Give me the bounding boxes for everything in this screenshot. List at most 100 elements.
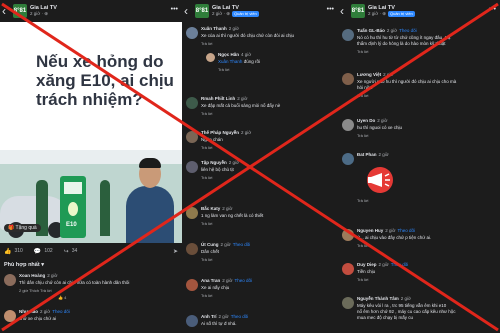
comment-author[interactable]: Bắc Katy 2 giờ: [201, 206, 232, 211]
reply-link[interactable]: Trả lời: [218, 67, 229, 72]
comment-author[interactable]: Tuấn GL-Báo 2 giờ Theo dõi: [357, 28, 417, 33]
avatar[interactable]: [186, 27, 198, 39]
follow-link[interactable]: Theo dõi: [399, 28, 417, 33]
comment-author[interactable]: Nguyễn Thành Tâm 2 giờ: [357, 296, 411, 301]
follow-link[interactable]: Theo dõi: [52, 309, 70, 314]
comment-time: 2 giờ: [47, 273, 58, 278]
avatar[interactable]: [4, 274, 16, 286]
comment-text: chứ xe chịu chứ ai: [19, 316, 57, 321]
comment-text-line: thẩm định lý do hỏng là do hào mòn kỹ th…: [357, 41, 446, 46]
avatar[interactable]: [186, 207, 198, 219]
top-bar: ‹ 8°81 Gia Lai TV 2 giờ · ⊕ •••: [0, 0, 182, 22]
comment-text: Ai số thì tự đ nhá.: [201, 321, 237, 326]
send-icon[interactable]: ➤: [173, 248, 178, 255]
avatar[interactable]: [4, 310, 16, 322]
mention-link[interactable]: Xuân Thanh: [218, 59, 242, 64]
avatar[interactable]: [342, 73, 354, 85]
comment-author[interactable]: Ngọc Hân 4 giờ: [218, 52, 251, 57]
reaction-bar: 👍 310 💬 102 ↪ 34 ➤: [0, 244, 182, 258]
comment-author[interactable]: Rmah Philt Linh 2 giờ: [201, 96, 247, 101]
comment-text-line: Tiền chịu: [357, 269, 376, 274]
page-logo[interactable]: 8°81: [195, 4, 209, 18]
comment-author[interactable]: Lương Việt 2 giờ: [357, 72, 393, 77]
comment-author[interactable]: Anh Trí 2 giờ Theo dõi: [201, 314, 248, 319]
comment-author[interactable]: Đat Phan 2 giờ: [357, 152, 389, 157]
more-dots-icon[interactable]: •••: [489, 6, 496, 13]
post-meta: 2 giờ · ⊕: [30, 11, 48, 16]
comment-author[interactable]: Xuân Thanh 2 giờ: [201, 26, 239, 31]
comment-like-count: 👍 4: [58, 295, 67, 300]
comment-author[interactable]: Thế Pháp Nguyễn 2 giờ: [201, 130, 251, 135]
follow-link[interactable]: Theo dõi: [234, 278, 252, 283]
avatar[interactable]: [342, 29, 354, 41]
reply-link[interactable]: Trả lời: [357, 277, 368, 282]
avatar[interactable]: [342, 229, 354, 241]
reply-link[interactable]: Trả lời: [201, 293, 212, 298]
share-count: 34: [71, 248, 78, 254]
reply-link[interactable]: Trả lời: [357, 93, 368, 98]
comment-sort-dropdown[interactable]: Phù hợp nhất ▾: [4, 262, 44, 268]
follow-link[interactable]: Theo dõi: [397, 228, 415, 233]
avatar[interactable]: [186, 131, 198, 143]
comment-time: 2 giờ: [40, 309, 51, 314]
follow-link[interactable]: Theo dõi: [231, 314, 249, 319]
reply-link[interactable]: Trả lời: [201, 257, 212, 262]
like-icon[interactable]: 👍: [4, 248, 11, 255]
more-dots-icon[interactable]: •••: [327, 6, 334, 13]
avatar[interactable]: [342, 297, 354, 309]
top-bar: ‹ 8°81 Gia Lai TV 2 giờ · ⊕ Quản trị viên…: [182, 0, 338, 22]
reply-link[interactable]: Trả lời: [357, 198, 368, 203]
comment-text: Dân chết: [201, 249, 220, 254]
page-logo[interactable]: 8°81: [351, 4, 365, 18]
avatar[interactable]: [186, 161, 198, 173]
comment-author[interactable]: Uyen Do 2 giờ: [357, 118, 387, 123]
reply-link[interactable]: Trả lời: [201, 41, 212, 46]
comment-text: Thì dân chịu chứ còn ai chịu nữa có toàn…: [19, 280, 130, 285]
reply-link[interactable]: Trả lời: [201, 145, 212, 150]
pump-label: E10: [66, 222, 77, 228]
comment-author[interactable]: Nguyen Huy 2 giờ Theo dõi: [357, 228, 415, 233]
follow-link[interactable]: Theo dõi: [233, 242, 251, 247]
comment-text: liên hệ bộ chủ tịt: [201, 167, 234, 172]
comment-author[interactable]: Tập Nguyễn 2 giờ: [201, 160, 239, 165]
more-dots-icon[interactable]: •••: [171, 6, 178, 13]
back-arrow-icon[interactable]: ‹: [340, 5, 348, 17]
post-image[interactable]: Nếu xe hỏng do xăng E10, ai chịu trách n…: [0, 22, 182, 243]
back-arrow-icon[interactable]: ‹: [184, 5, 192, 17]
comment-author[interactable]: Út Cung 2 giờ Theo dõi: [201, 242, 250, 247]
reply-link[interactable]: Trả lời: [201, 175, 212, 180]
page-logo[interactable]: 8°81: [13, 4, 27, 18]
gift-label: Tặng quà: [15, 225, 37, 231]
comment-icon[interactable]: 💬: [34, 248, 41, 255]
post-panel: ‹ 8°81 Gia Lai TV 2 giờ · ⊕ ••• Nếu xe h…: [0, 0, 182, 333]
comment-author[interactable]: Xoan Hoàng 2 giờ: [19, 273, 57, 278]
avatar[interactable]: [186, 279, 198, 291]
comment-actions[interactable]: 2 giờ Thích Trả lời: [19, 288, 52, 293]
admin-badge: Quản trị viên: [231, 11, 259, 17]
pump-display: [64, 182, 82, 194]
reply-link[interactable]: Trả lời: [201, 111, 212, 116]
reply-link[interactable]: Trả lời: [357, 49, 368, 54]
avatar[interactable]: [186, 243, 198, 255]
gift-button[interactable]: 🎁 Tặng quà: [4, 224, 41, 232]
follow-link[interactable]: Theo dõi: [391, 262, 409, 267]
comment-text-line: hỏi nữa: [357, 85, 373, 90]
avatar[interactable]: [342, 263, 354, 275]
avatar[interactable]: [342, 119, 354, 131]
admin-badge: Quản trị viên: [387, 11, 415, 17]
avatar[interactable]: [206, 53, 215, 62]
back-arrow-icon[interactable]: ‹: [2, 5, 10, 17]
gift-icon: 🎁: [8, 225, 16, 231]
comment-text-line: nổ êm hơn chứ 92 , máy cu cao cấp kêu nh…: [357, 309, 456, 314]
avatar[interactable]: [342, 153, 354, 165]
avatar[interactable]: [186, 315, 198, 327]
avatar[interactable]: [186, 97, 198, 109]
reply-link[interactable]: Trả lời: [357, 243, 368, 248]
share-icon[interactable]: ↪: [64, 248, 69, 255]
comment-author[interactable]: Ana Tran 2 giờ Theo dõi: [201, 278, 252, 283]
comment-author[interactable]: Duy Diep 2 giờ Theo dõi: [357, 262, 408, 267]
comments-panel-2: ‹ 8°81 Gia Lai TV 2 giờ · ⊕ Quản trị viên…: [182, 0, 338, 333]
reply-link[interactable]: Trả lời: [357, 133, 368, 138]
reply-link[interactable]: Trả lời: [201, 221, 212, 226]
comment-author[interactable]: Như Hào 2 giờ Theo dõi: [19, 309, 70, 314]
